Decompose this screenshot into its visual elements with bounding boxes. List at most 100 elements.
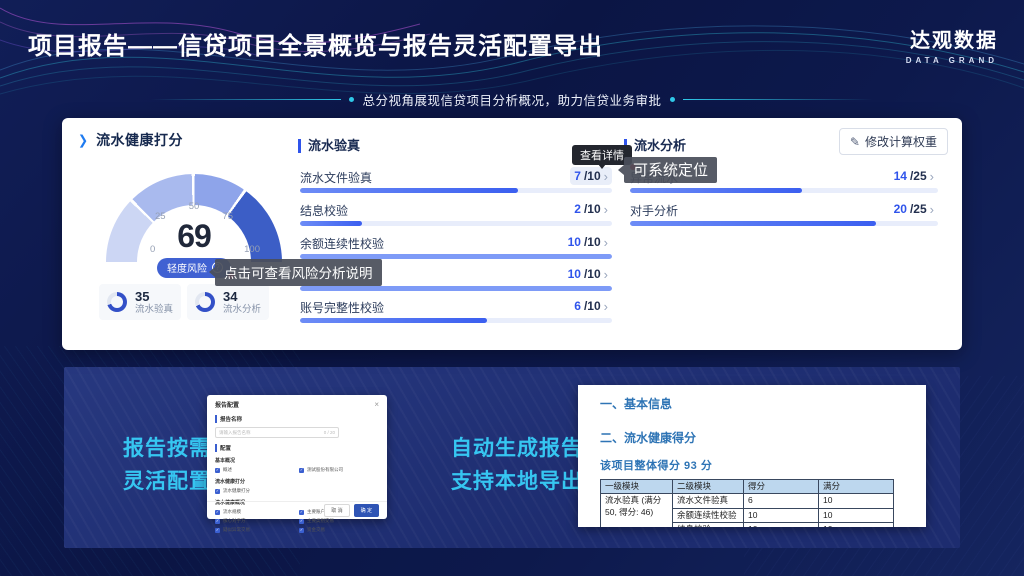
subtitle-line-right (683, 99, 873, 100)
bottom-panel: 报告按需 灵活配置 自动生成报告 支持本地导出 报告配置 × 报告名称 0 / … (64, 367, 960, 548)
substat-verify-value: 35 (135, 289, 173, 305)
modal-section-title: 基本概况 (215, 457, 379, 464)
brand-logo-en: DATA GRAND (906, 56, 998, 65)
checkbox-item[interactable]: 疑似异常交易 (215, 527, 299, 533)
cancel-button[interactable]: 取 消 (324, 504, 349, 517)
metric-score-link[interactable]: 2/10 › (570, 200, 612, 218)
chevron-right-icon: › (930, 203, 934, 216)
checkbox-checked-icon[interactable] (299, 519, 304, 524)
report-name-label: 报告名称 (215, 415, 379, 423)
gauge-arc-area: 0 25 50 75 100 69 (106, 174, 282, 262)
close-icon[interactable]: × (374, 401, 379, 409)
report-name-field[interactable]: 0 / 20 (215, 427, 339, 438)
char-counter: 0 / 20 (324, 430, 335, 435)
brand-logo: 达观数据 DATA GRAND (906, 24, 998, 65)
substat-analysis: 34 流水分析 (187, 284, 269, 320)
metric-row: 账号完整性校验 6/10 › (300, 297, 612, 327)
modal-section-title: 流水健康打分 (215, 478, 379, 485)
metric-label: 余额连续性校验 (300, 235, 384, 252)
brand-logo-cn: 达观数据 (906, 24, 998, 53)
chevron-right-icon: › (604, 236, 608, 249)
substat-verify-donut (107, 292, 127, 312)
section-arrow-icon: ❯ (78, 132, 88, 147)
checkbox-checked-icon[interactable] (215, 468, 220, 473)
edit-weights-button[interactable]: ✎ 修改计算权重 (839, 128, 948, 155)
system-locate-annotation: 可系统定位 (624, 157, 717, 183)
checkbox-checked-icon[interactable] (215, 489, 220, 494)
chevron-right-icon: › (604, 203, 608, 216)
gauge-score-value: 69 (177, 218, 211, 255)
checkbox-item[interactable]: 概述 (215, 467, 299, 473)
report-config-modal: 报告配置 × 报告名称 0 / 20 配置 基本概况 概述 测试股份有限公司 流… (207, 395, 387, 519)
metric-score-link[interactable]: 10/10 › (564, 265, 612, 283)
gauge-tick-75: 75 (222, 211, 233, 222)
checkbox-checked-icon[interactable] (299, 528, 304, 533)
report-total-score: 该项目整体得分 93 分 (600, 457, 910, 473)
metric-score-link[interactable]: 7/10 › (570, 167, 612, 185)
generated-report-preview: 一、基本信息 二、流水健康得分 该项目整体得分 93 分 一级模块 二级模块 得… (578, 385, 926, 527)
substat-analysis-label: 流水分析 (223, 304, 261, 315)
metric-label: 对手分析 (630, 202, 678, 219)
background-waves (0, 0, 1024, 130)
edit-pencil-icon: ✎ (850, 136, 860, 148)
metric-bar (300, 318, 612, 323)
metric-bar (300, 221, 612, 226)
metric-row: 结息校验 2/10 › (300, 200, 612, 230)
metric-label: 流水文件验真 (300, 169, 372, 186)
report-heading-2: 二、流水健康得分 (600, 429, 910, 446)
slide-root: 项目报告——信贷项目全景概览与报告灵活配置导出 达观数据 DATA GRAND … (0, 0, 1024, 576)
card-title: 流水健康打分 (96, 130, 183, 150)
substat-analysis-value: 34 (223, 289, 261, 305)
health-score-card: ❯ 流水健康打分 ✎ 修改计算权重 0 25 50 75 100 69 轻度风险… (62, 118, 962, 350)
subtitle-dot-right (670, 97, 675, 102)
config-label: 配置 (215, 444, 379, 452)
substat-verify: 35 流水验真 (99, 284, 181, 320)
substat-verify-label: 流水验真 (135, 304, 173, 315)
modal-title: 报告配置 (215, 400, 239, 409)
metric-score-link[interactable]: 10/10 › (564, 233, 612, 251)
report-score-table: 一级模块 二级模块 得分 满分 流水验真 (满分50, 得分: 46) 流水文件… (600, 479, 894, 527)
gauge-tick-0: 0 (150, 244, 155, 255)
caption-export: 自动生成报告 支持本地导出 (432, 433, 602, 498)
checkbox-item[interactable]: 测试股份有限公司 (299, 467, 379, 473)
subtitle-row: 总分视角展现信贷项目分析概况，助力信贷业务审批 (0, 90, 1024, 109)
metric-score-link[interactable]: 6/10 › (570, 297, 612, 315)
gauge-tick-50: 50 (189, 201, 200, 212)
metric-bar (300, 188, 612, 193)
gauge-tick-100: 100 (244, 244, 260, 255)
chevron-right-icon: › (930, 170, 934, 183)
view-detail-tooltip: 查看详情 (572, 145, 632, 165)
checkbox-checked-icon[interactable] (215, 528, 220, 533)
metric-bar (630, 188, 938, 193)
checkbox-item[interactable]: 流水健康打分 (215, 488, 299, 494)
table-row: 流水验真 (满分50, 得分: 46) 流水文件验真 6 10 (601, 494, 894, 508)
checkbox-item[interactable]: 资金交易 (299, 527, 379, 533)
edit-weights-label: 修改计算权重 (865, 133, 937, 150)
metric-row: 流水文件验真 7/10 › (300, 167, 612, 197)
report-name-input[interactable] (219, 430, 299, 435)
group-title-verify: 流水验真 (298, 139, 360, 153)
metric-row: 对手分析 20/25 › (630, 200, 938, 230)
metric-label: 结息校验 (300, 202, 348, 219)
chevron-right-icon: › (604, 300, 608, 313)
subtitle-dot-left (349, 97, 354, 102)
metric-bar (630, 221, 938, 226)
gauge-tick-25: 25 (155, 211, 166, 222)
card-header: ❯ 流水健康打分 (78, 130, 183, 150)
checkbox-checked-icon[interactable] (215, 519, 220, 524)
checkbox-checked-icon[interactable] (299, 468, 304, 473)
chevron-right-icon: › (604, 268, 608, 281)
metric-score-link[interactable]: 20/25 › (890, 200, 938, 218)
confirm-button[interactable]: 确 定 (354, 504, 379, 517)
metric-score-link[interactable]: 14/25 › (890, 167, 938, 185)
slide-title: 项目报告——信贷项目全景概览与报告灵活配置导出 (28, 26, 603, 61)
metric-label: 账号完整性校验 (300, 299, 384, 316)
slide-subtitle: 总分视角展现信贷项目分析概况，助力信贷业务审批 (362, 90, 661, 109)
chevron-right-icon: › (604, 170, 608, 183)
report-heading-1: 一、基本信息 (600, 395, 910, 412)
risk-note-annotation: 点击可查看风险分析说明 (215, 259, 382, 286)
metric-bar (300, 286, 612, 291)
group-title-analysis: 流水分析 (624, 139, 686, 153)
subtitle-line-left (151, 99, 341, 100)
substat-analysis-donut (195, 292, 215, 312)
